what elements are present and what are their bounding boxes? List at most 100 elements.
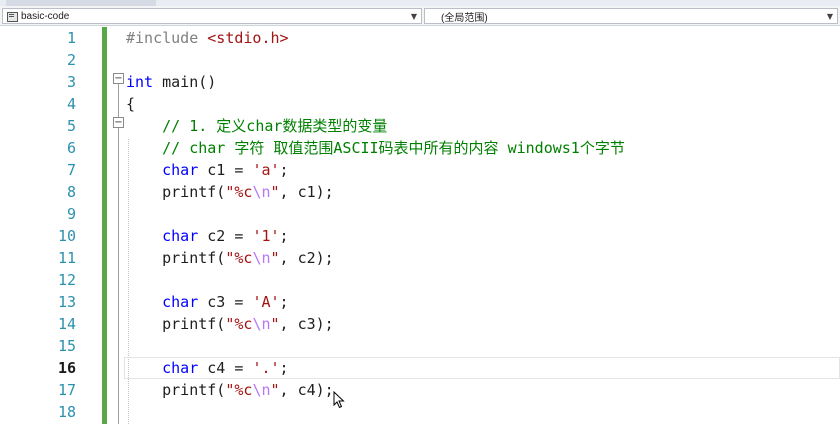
code-token: ; <box>279 359 289 377</box>
code-line[interactable]: 17 printf("%c\n", c4); <box>0 379 840 401</box>
code-token: \n <box>252 315 271 333</box>
line-number: 4 <box>66 95 76 113</box>
code-line[interactable]: 18 <box>0 401 840 423</box>
code-token: ; <box>279 161 289 179</box>
code-text[interactable]: char c2 = '1'; <box>126 225 289 247</box>
code-token: '.' <box>252 359 280 377</box>
code-token: 'a' <box>252 161 280 179</box>
line-number: 17 <box>57 381 76 399</box>
code-token: \n <box>252 249 271 267</box>
line-number: 5 <box>66 117 76 135</box>
code-token: , c1); <box>279 183 334 201</box>
code-token: <stdio.h> <box>207 29 289 47</box>
code-token: c1 = <box>198 161 253 179</box>
code-token: "%c <box>225 381 253 399</box>
code-line[interactable]: 1 #include <stdio.h> <box>0 27 840 49</box>
line-number: 9 <box>66 205 76 223</box>
chevron-down-icon[interactable]: ▼ <box>823 9 837 23</box>
code-token: c3 = <box>198 293 253 311</box>
code-token: c4 = <box>198 359 253 377</box>
code-token: ; <box>279 227 289 245</box>
code-token: 'A' <box>252 293 280 311</box>
code-token: printf( <box>126 249 226 267</box>
line-number: 14 <box>57 315 76 333</box>
code-token: " <box>270 249 280 267</box>
code-line[interactable]: 3 int main() <box>0 71 840 93</box>
code-token: , c4); <box>279 381 334 399</box>
code-token: int <box>126 73 154 91</box>
code-token: char <box>162 227 199 245</box>
code-token: // 1. 定义char数据类型的变量 <box>126 117 388 135</box>
code-line[interactable]: 14 printf("%c\n", c3); <box>0 313 840 335</box>
code-token: "%c <box>225 183 253 201</box>
code-token: ; <box>279 293 289 311</box>
code-line[interactable]: 16 char c4 = '.'; <box>0 357 840 379</box>
code-token: '1' <box>252 227 280 245</box>
code-token: " <box>270 183 280 201</box>
code-line[interactable]: 12 <box>0 269 840 291</box>
project-combo-label: basic-code <box>21 10 70 22</box>
line-number: 10 <box>57 227 76 245</box>
code-token: #include <box>126 29 208 47</box>
code-text[interactable]: char c1 = 'a'; <box>126 159 289 181</box>
code-token: char <box>162 293 199 311</box>
code-line[interactable]: 5 // 1. 定义char数据类型的变量 <box>0 115 840 137</box>
code-text[interactable]: { <box>126 93 135 115</box>
code-token: printf( <box>126 315 226 333</box>
line-number: 18 <box>57 403 76 421</box>
line-number: 12 <box>57 271 76 289</box>
class-icon <box>6 10 18 22</box>
code-token: , c3); <box>279 315 334 333</box>
code-token: "%c <box>225 315 253 333</box>
line-number: 7 <box>66 161 76 179</box>
code-text[interactable]: printf("%c\n", c4); <box>126 379 334 401</box>
navigation-bar: basic-code ▼ (全局范围) ▼ <box>0 6 840 26</box>
code-editor[interactable]: − − 1 #include <stdio.h> 2 3 int main() 4{5 /… <box>0 27 840 424</box>
code-line[interactable]: 8 printf("%c\n", c1); <box>0 181 840 203</box>
line-number: 2 <box>66 51 76 69</box>
line-number: 16 <box>57 359 76 377</box>
line-number: 13 <box>57 293 76 311</box>
code-line[interactable]: 11 printf("%c\n", c2); <box>0 247 840 269</box>
code-line[interactable]: 4{ <box>0 93 840 115</box>
project-combo[interactable]: basic-code ▼ <box>2 8 422 24</box>
code-text[interactable]: // 1. 定义char数据类型的变量 <box>126 115 387 137</box>
line-number: 15 <box>57 337 76 355</box>
line-number: 8 <box>66 183 76 201</box>
code-token: // char 字符 取值范围ASCII码表中所有的内容 windows1个字节 <box>126 139 625 157</box>
code-line[interactable]: 10 char c2 = '1'; <box>0 225 840 247</box>
code-text[interactable]: // char 字符 取值范围ASCII码表中所有的内容 windows1个字节 <box>126 137 625 159</box>
code-text[interactable]: char c4 = '.'; <box>126 357 289 379</box>
line-number: 11 <box>57 249 76 267</box>
code-token: , c2); <box>279 249 334 267</box>
code-text[interactable]: int main() <box>126 71 216 93</box>
scope-combo[interactable]: (全局范围) ▼ <box>424 8 838 24</box>
code-line[interactable]: 6 // char 字符 取值范围ASCII码表中所有的内容 windows1个… <box>0 137 840 159</box>
line-number: 1 <box>66 29 76 47</box>
code-text[interactable]: printf("%c\n", c1); <box>126 181 334 203</box>
code-line[interactable]: 13 char c3 = 'A'; <box>0 291 840 313</box>
code-token: printf( <box>126 381 226 399</box>
line-number: 3 <box>66 73 76 91</box>
code-line[interactable]: 2 <box>0 49 840 71</box>
scope-combo-label: (全局范围) <box>441 12 488 24</box>
code-line[interactable]: 7 char c1 = 'a'; <box>0 159 840 181</box>
code-token: printf( <box>126 183 226 201</box>
code-text[interactable]: printf("%c\n", c2); <box>126 247 334 269</box>
code-token: " <box>270 315 280 333</box>
code-token: c2 = <box>198 227 253 245</box>
code-text[interactable]: char c3 = 'A'; <box>126 291 289 313</box>
code-text[interactable]: printf("%c\n", c3); <box>126 313 334 335</box>
code-line[interactable]: 9 <box>0 203 840 225</box>
code-token: char <box>162 359 199 377</box>
code-line[interactable]: 15 <box>0 335 840 357</box>
code-token: char <box>162 161 199 179</box>
chevron-down-icon[interactable]: ▼ <box>407 9 421 23</box>
code-text[interactable]: #include <stdio.h> <box>126 27 289 49</box>
arrow-cursor-icon <box>333 391 345 409</box>
code-token: " <box>270 381 280 399</box>
code-token: \n <box>252 183 271 201</box>
